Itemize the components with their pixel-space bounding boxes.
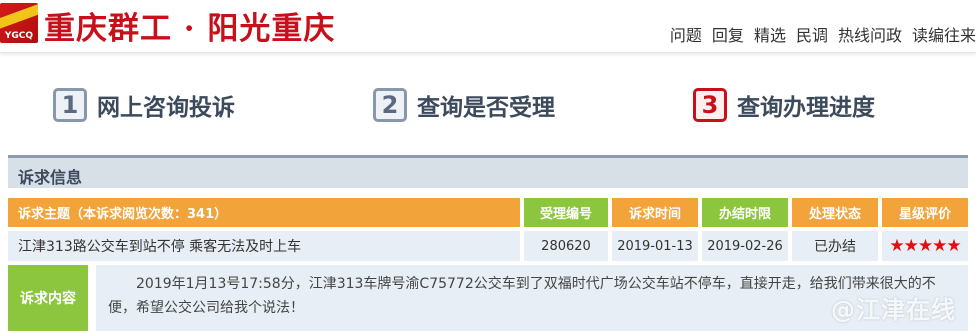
process-steps: 1 网上咨询投诉 2 查询是否受理 3 查询办理进度 bbox=[0, 88, 976, 138]
step-consult[interactable]: 1 网上咨询投诉 bbox=[53, 88, 235, 122]
header-subject: 诉求主题（本诉求阅览次数：341） bbox=[8, 198, 520, 227]
cell-deadline: 2019-02-26 bbox=[702, 231, 788, 261]
cell-status: 已办结 bbox=[792, 231, 878, 261]
header-deadline: 办结时限 bbox=[702, 198, 788, 227]
step-label: 查询是否受理 bbox=[417, 95, 555, 121]
nav-item-reader-editor[interactable]: 读编往来 bbox=[912, 22, 976, 46]
site-header: YGCQ 重庆群工 · 阳光重庆 问题 回复 精选 民调 热线问政 读编往来 bbox=[0, 0, 976, 53]
star-rating-icon: ★★★★★ bbox=[889, 236, 961, 256]
header-id: 受理编号 bbox=[524, 198, 608, 227]
nav-item-questions[interactable]: 问题 bbox=[670, 22, 702, 46]
step-label: 网上咨询投诉 bbox=[97, 95, 235, 121]
step-label: 查询办理进度 bbox=[737, 95, 875, 121]
cell-time: 2019-01-13 bbox=[612, 231, 698, 261]
step-check-accepted[interactable]: 2 查询是否受理 bbox=[373, 88, 555, 122]
nav-item-replies[interactable]: 回复 bbox=[712, 22, 744, 46]
site-title[interactable]: 重庆群工 · 阳光重庆 bbox=[44, 3, 335, 48]
section-header: 诉求信息 bbox=[8, 155, 968, 188]
top-nav: 问题 回复 精选 民调 热线问政 读编往来 bbox=[670, 22, 976, 46]
logo-letters: YGCQ bbox=[4, 31, 34, 41]
logo-icon[interactable]: YGCQ bbox=[0, 3, 38, 43]
nav-item-hotline[interactable]: 热线问政 bbox=[838, 22, 902, 46]
header-rating: 星级评价 bbox=[882, 198, 968, 227]
cell-subject: 江津313路公交车到站不停 乘客无法及时上车 bbox=[8, 231, 520, 261]
content-label: 诉求内容 bbox=[8, 265, 88, 331]
nav-item-featured[interactable]: 精选 bbox=[754, 22, 786, 46]
step-check-progress[interactable]: 3 查询办理进度 bbox=[693, 88, 875, 122]
step-number-1: 1 bbox=[53, 88, 87, 122]
cell-rating: ★★★★★ bbox=[882, 231, 968, 261]
cell-id: 280620 bbox=[524, 231, 608, 261]
header-time: 诉求时间 bbox=[612, 198, 698, 227]
header-status: 处理状态 bbox=[792, 198, 878, 227]
section-title: 诉求信息 bbox=[18, 168, 83, 187]
step-number-3: 3 bbox=[693, 88, 727, 122]
step-number-2: 2 bbox=[373, 88, 407, 122]
watermark: @江津在线 bbox=[831, 296, 956, 324]
logo-stripe bbox=[0, 3, 38, 30]
nav-item-polls[interactable]: 民调 bbox=[796, 22, 828, 46]
